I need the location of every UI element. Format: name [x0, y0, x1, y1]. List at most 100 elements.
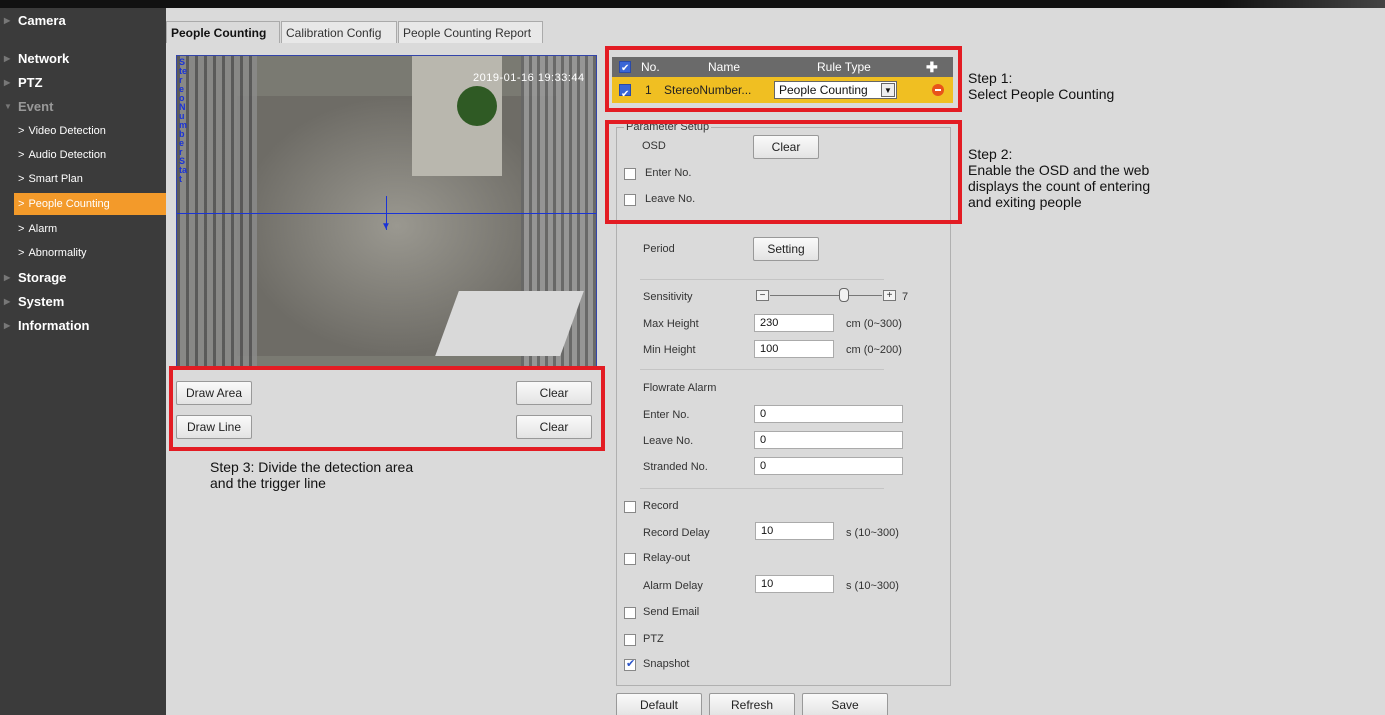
flow-enter-label: Enter No. [643, 409, 690, 421]
chevron-right-icon: > [18, 223, 25, 235]
chevron-right-icon: > [18, 149, 25, 161]
flow-enter-input[interactable]: 0 [754, 405, 903, 423]
sidebar-item-label: System [18, 294, 65, 309]
sidebar-item-information[interactable]: ▶ Information [0, 315, 166, 337]
alarm-delay-label: Alarm Delay [643, 580, 703, 592]
record-delay-input[interactable]: 10 [755, 522, 834, 540]
sidebar-item-label: Audio Detection [28, 149, 107, 161]
period-label: Period [643, 243, 675, 255]
record-checkbox[interactable] [624, 501, 636, 513]
record-delay-label: Record Delay [643, 527, 710, 539]
sidebar-item-label: PTZ [18, 75, 43, 90]
period-setting-button[interactable]: Setting [753, 237, 819, 261]
min-height-label: Min Height [643, 344, 696, 356]
record-label: Record [643, 500, 679, 512]
sidebar-item-video-detection[interactable]: > Video Detection [0, 120, 166, 142]
chevron-right-icon: > [18, 125, 25, 137]
send-email-checkbox[interactable] [624, 607, 636, 619]
sensitivity-increase-button[interactable]: + [883, 290, 896, 301]
expand-icon: ▶ [4, 78, 11, 87]
sidebar-item-label: Video Detection [28, 125, 106, 137]
sidebar-item-label: Information [18, 318, 90, 333]
sidebar-item-storage[interactable]: ▶ Storage [0, 267, 166, 289]
sensitivity-slider-thumb[interactable] [839, 288, 849, 302]
default-button[interactable]: Default [616, 693, 702, 715]
step2-highlight [605, 120, 962, 224]
sidebar-item-ptz[interactable]: ▶ PTZ [0, 72, 166, 94]
min-height-unit: cm (0~200) [846, 344, 902, 356]
sidebar-item-label: Storage [18, 270, 67, 285]
video-left-wall [177, 56, 257, 366]
sidebar-item-camera[interactable]: ▶ Camera [0, 10, 166, 32]
sidebar-item-label: Smart Plan [28, 173, 83, 185]
step2-note: Step 2: Enable the OSD and the web displ… [968, 146, 1151, 210]
max-height-input[interactable]: 230 [754, 314, 834, 332]
ptz-label: PTZ [643, 633, 664, 645]
divider [640, 488, 884, 489]
step3-highlight [169, 366, 605, 451]
sidebar-item-label: Camera [18, 13, 66, 28]
sidebar-item-smart-plan[interactable]: > Smart Plan [0, 168, 166, 190]
divider [640, 279, 884, 280]
sidebar-item-abnormality[interactable]: > Abnormality [0, 242, 166, 264]
sidebar: ▶ Camera ▶ Network ▶ PTZ ▼ Event > Video Dete… [0, 8, 166, 715]
video-timestamp: 2019-01-16 19:33:44 [473, 72, 585, 84]
video-rule-label: StereoNumberStat [179, 57, 188, 184]
sensitivity-slider-track[interactable] [770, 295, 882, 296]
collapse-icon: ▼ [4, 102, 12, 111]
sensitivity-decrease-button[interactable]: − [756, 290, 769, 301]
video-preview[interactable]: 2019-01-16 19:33:44 StereoNumberStat ▼ [176, 55, 597, 367]
min-height-input[interactable]: 100 [754, 340, 834, 358]
stranded-input[interactable]: 0 [754, 457, 903, 475]
expand-icon: ▶ [4, 273, 11, 282]
sidebar-item-people-counting[interactable]: > People Counting [14, 193, 166, 215]
stranded-label: Stranded No. [643, 461, 708, 473]
sensitivity-label: Sensitivity [643, 291, 693, 303]
tab-people-counting-report[interactable]: People Counting Report [398, 21, 543, 43]
alarm-delay-unit: s (10~300) [846, 580, 899, 592]
step1-highlight [605, 46, 962, 112]
chevron-right-icon: > [18, 247, 25, 259]
step1-note: Step 1: Select People Counting [968, 70, 1115, 102]
max-height-label: Max Height [643, 318, 699, 330]
max-height-unit: cm (0~300) [846, 318, 902, 330]
alarm-delay-input[interactable]: 10 [755, 575, 834, 593]
relay-out-label: Relay-out [643, 552, 691, 564]
sidebar-item-label: Alarm [28, 223, 58, 235]
flow-leave-input[interactable]: 0 [754, 431, 903, 449]
flowrate-alarm-label: Flowrate Alarm [643, 382, 717, 394]
tab-people-counting[interactable]: People Counting [166, 21, 280, 43]
top-bar-fade [1220, 0, 1385, 8]
arrow-down-icon: ▼ [381, 221, 391, 232]
step3-note: Step 3: Divide the detection area and th… [210, 459, 414, 491]
sidebar-item-label: People Counting [28, 198, 110, 210]
snapshot-label: Snapshot [643, 658, 690, 670]
video-glass-panel [435, 291, 584, 356]
relay-out-checkbox[interactable] [624, 553, 636, 565]
tab-calibration-config[interactable]: Calibration Config [281, 21, 397, 43]
chevron-right-icon: > [18, 173, 25, 185]
record-delay-unit: s (10~300) [846, 527, 899, 539]
sensitivity-value: 7 [902, 291, 909, 303]
divider [640, 369, 884, 370]
expand-icon: ▶ [4, 16, 11, 25]
chevron-right-icon: > [18, 198, 25, 210]
sidebar-item-label: Network [18, 51, 70, 66]
trigger-line[interactable] [177, 213, 596, 214]
expand-icon: ▶ [4, 297, 11, 306]
top-bar [0, 0, 1385, 8]
snapshot-checkbox[interactable] [624, 657, 636, 671]
sidebar-item-event[interactable]: ▼ Event [0, 96, 166, 118]
flow-leave-label: Leave No. [643, 435, 694, 447]
send-email-label: Send Email [643, 606, 700, 618]
refresh-button[interactable]: Refresh [709, 693, 795, 715]
sidebar-item-label: Event [18, 99, 54, 114]
expand-icon: ▶ [4, 54, 11, 63]
ptz-checkbox[interactable] [624, 634, 636, 646]
sidebar-item-alarm[interactable]: > Alarm [0, 218, 166, 240]
sidebar-item-system[interactable]: ▶ System [0, 291, 166, 313]
sidebar-item-label: Abnormality [28, 247, 87, 259]
save-button[interactable]: Save [802, 693, 888, 715]
sidebar-item-audio-detection[interactable]: > Audio Detection [0, 144, 166, 166]
sidebar-item-network[interactable]: ▶ Network [0, 48, 166, 70]
